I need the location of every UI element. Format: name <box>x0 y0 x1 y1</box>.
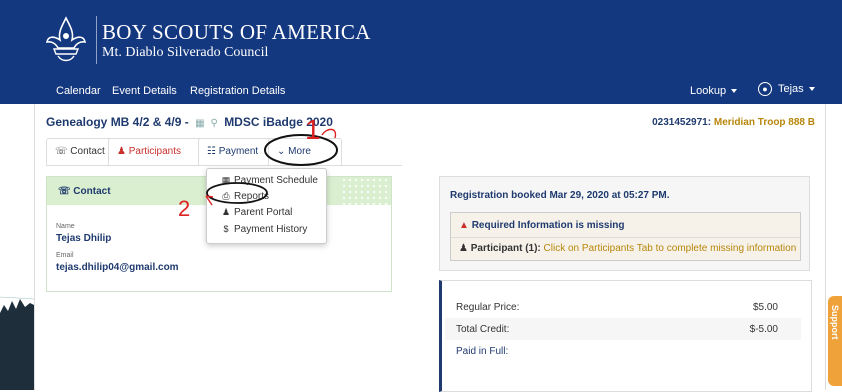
nav-user-name: Tejas <box>778 82 804 95</box>
caret-down-icon <box>731 89 738 94</box>
regular-price-value: $5.00 <box>752 302 778 313</box>
pricing-panel: Regular Price: $5.00 Total Credit: $-5.0… <box>439 280 812 392</box>
tab-payment-label: Payment <box>218 146 259 157</box>
name-label: Name <box>56 223 75 230</box>
family-icon: ♟ <box>221 207 231 217</box>
event-title: Genealogy MB 4/2 & 4/9 - ▦ ⚲ MDSC iBadge … <box>46 115 333 129</box>
regular-price-label: Regular Price: <box>456 302 520 313</box>
brand-divider <box>96 16 97 64</box>
support-label[interactable]: Support <box>830 305 840 340</box>
registration-booked-text: Registration booked Mar 29, 2020 at 05:2… <box>450 190 670 201</box>
menu-parent-portal[interactable]: ♟ Parent Portal <box>221 207 292 218</box>
contact-email[interactable]: tejas.dhilip04@gmail.com <box>56 262 179 273</box>
required-info-title-text: Required Information is missing <box>471 220 625 231</box>
required-info-box: ▲ Required Information is missing ♟ Part… <box>450 212 801 261</box>
price-row-credit: Total Credit: $-5.00 <box>445 318 801 340</box>
decorative-dots <box>341 177 391 205</box>
contact-panel-title: ☏ Contact <box>58 186 111 197</box>
nav-registration-details[interactable]: Registration Details <box>190 85 285 97</box>
more-dropdown-menu: ▦ Payment Schedule ⎙ Reports ♟ Parent Porta… <box>206 168 327 244</box>
participant-icon: ♟ <box>459 243 468 254</box>
nav-lookup[interactable]: Lookup <box>690 85 738 97</box>
print-icon: ⎙ <box>222 191 230 201</box>
calendar-icon: ▦ <box>221 175 231 185</box>
cart-icon: ☷ <box>207 146 216 157</box>
troop-info: 0231452971: Meridian Troop 888 B <box>652 117 815 128</box>
email-label: Email <box>56 252 74 259</box>
dollar-icon: $ <box>223 224 229 234</box>
participant-icon: ♟ <box>117 146 126 157</box>
bsa-fleur-de-lis-logo[interactable] <box>44 16 88 64</box>
paid-in-full-label: Paid in Full: <box>456 346 509 357</box>
nav-event-details[interactable]: Event Details <box>112 85 177 97</box>
divider <box>451 237 800 238</box>
tab-more-label: More <box>288 146 311 157</box>
event-program-name: MDSC iBadge 2020 <box>224 115 333 129</box>
warning-icon: ▲ <box>459 220 469 231</box>
troop-name: Meridian Troop 888 B <box>713 117 815 128</box>
menu-payment-history[interactable]: $ Payment History <box>221 224 307 235</box>
participant-missing-line: ♟ Participant (1): Click on Participants… <box>459 243 796 254</box>
user-icon: ● <box>758 82 772 96</box>
menu-reports-label: Reports <box>234 191 270 202</box>
top-nav: Calendar Event Details Registration Deta… <box>0 76 842 104</box>
required-info-title: ▲ Required Information is missing <box>459 220 625 231</box>
participant-missing-message[interactable]: Click on Participants Tab to complete mi… <box>544 243 797 254</box>
price-row-paid: Paid in Full: <box>445 340 801 362</box>
menu-payment-history-label: Payment History <box>234 224 308 235</box>
tab-underline <box>46 165 402 166</box>
chevron-down-icon: ⌄ <box>277 146 286 157</box>
contact-panel-title-text: Contact <box>73 186 111 197</box>
nav-calendar[interactable]: Calendar <box>56 85 101 97</box>
calendar-icon[interactable]: ▦ <box>195 118 204 129</box>
tab-contact-label: Contact <box>70 146 105 157</box>
price-row-regular: Regular Price: $5.00 <box>445 296 801 318</box>
phone-icon: ☏ <box>58 186 71 197</box>
site-header: BOY SCOUTS OF AMERICA Mt. Diablo Silvera… <box>0 0 842 104</box>
tab-contact[interactable]: ☏ Contact <box>46 138 116 165</box>
troop-id: 0231452971: <box>652 117 712 128</box>
mountain-silhouette <box>0 296 34 390</box>
event-title-text: Genealogy MB 4/2 & 4/9 - <box>46 115 189 129</box>
menu-reports[interactable]: ⎙ Reports <box>221 191 269 202</box>
registration-panel: Registration booked Mar 29, 2020 at 05:2… <box>439 176 810 271</box>
brand-subtitle: Mt. Diablo Silverado Council <box>102 45 269 60</box>
total-credit-label: Total Credit: <box>456 324 510 335</box>
nav-user-menu[interactable]: ● Tejas <box>758 82 815 96</box>
map-pin-icon[interactable]: ⚲ <box>211 118 218 129</box>
caret-down-icon <box>808 87 815 91</box>
total-credit-value: $-5.00 <box>749 324 778 335</box>
contact-name: Tejas Dhilip <box>56 233 112 244</box>
nav-lookup-label: Lookup <box>690 85 727 97</box>
brand-title: BOY SCOUTS OF AMERICA <box>102 20 371 44</box>
menu-payment-schedule-label: Payment Schedule <box>234 175 318 186</box>
tab-participants-label: Participants <box>128 146 181 157</box>
participant-count-label: Participant (1): <box>470 243 541 254</box>
contact-tab-icon: ☏ <box>55 146 68 157</box>
menu-parent-portal-label: Parent Portal <box>234 207 293 218</box>
tab-participants[interactable]: ♟ Participants <box>108 138 206 165</box>
tab-more[interactable]: ⌄ More <box>268 138 342 165</box>
menu-payment-schedule[interactable]: ▦ Payment Schedule <box>221 175 318 186</box>
tab-payment[interactable]: ☷ Payment <box>198 138 278 165</box>
